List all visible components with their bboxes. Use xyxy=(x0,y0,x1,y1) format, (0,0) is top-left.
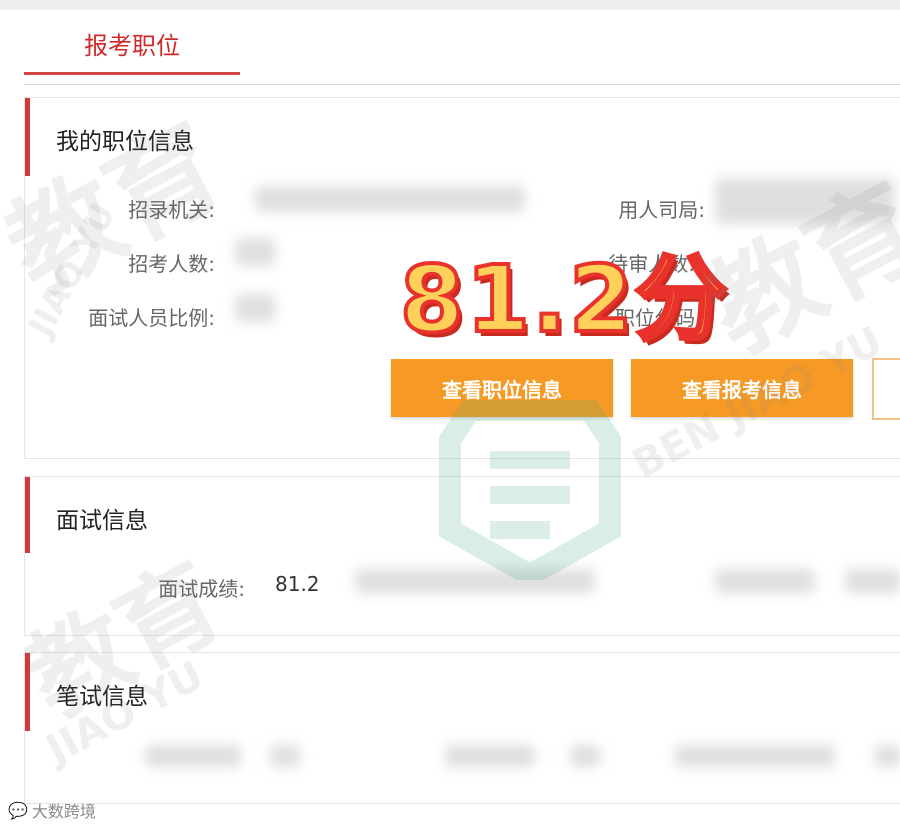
interview-info-panel: 面试信息 面试成绩: 81.2 xyxy=(24,476,900,636)
agency-label: 招录机关: xyxy=(128,198,215,222)
ratio-label: 面试人员比例: xyxy=(88,306,215,330)
tab-divider xyxy=(24,84,900,85)
view-application-button[interactable]: 查看报考信息 xyxy=(631,359,853,417)
bureau-label: 用人司局: xyxy=(618,198,705,222)
redacted-field xyxy=(715,569,815,593)
agency-value-redacted xyxy=(255,186,525,212)
section-accent-bar xyxy=(25,98,30,176)
redacted-field xyxy=(270,745,300,767)
redacted-field xyxy=(570,745,600,767)
redacted-field xyxy=(355,569,595,593)
interview-score-label: 面试成绩: xyxy=(158,577,245,601)
bureau-value-redacted xyxy=(715,178,895,224)
section-title: 笔试信息 xyxy=(56,684,148,710)
view-position-button[interactable]: 查看职位信息 xyxy=(391,359,613,417)
tab-applied-position[interactable]: 报考职位 xyxy=(24,10,240,76)
chat-bubble-icon: 💬 xyxy=(8,800,28,820)
section-title: 我的职位信息 xyxy=(56,129,194,155)
interview-score-value: 81.2 xyxy=(275,572,320,596)
ratio-value-redacted xyxy=(235,294,275,322)
section-title: 面试信息 xyxy=(56,508,148,534)
recruit-count-label: 招考人数: xyxy=(128,252,215,276)
active-tab-indicator xyxy=(24,72,240,75)
footer-watermark: 💬 大数跨境 xyxy=(8,798,96,822)
section-accent-bar xyxy=(25,653,30,731)
redacted-field xyxy=(145,745,241,767)
redacted-field xyxy=(845,569,900,593)
top-bar xyxy=(0,0,900,10)
tab-bar: 报考职位 xyxy=(0,10,900,85)
more-button-partial[interactable] xyxy=(872,358,900,420)
redacted-field xyxy=(875,745,900,767)
score-overlay-text: 81.2分 xyxy=(398,244,729,355)
redacted-field xyxy=(445,745,535,767)
footer-watermark-text: 大数跨境 xyxy=(31,802,96,821)
recruit-count-redacted xyxy=(235,238,275,266)
section-accent-bar xyxy=(25,477,30,553)
redacted-field xyxy=(675,745,835,767)
written-info-panel: 笔试信息 xyxy=(24,652,900,804)
